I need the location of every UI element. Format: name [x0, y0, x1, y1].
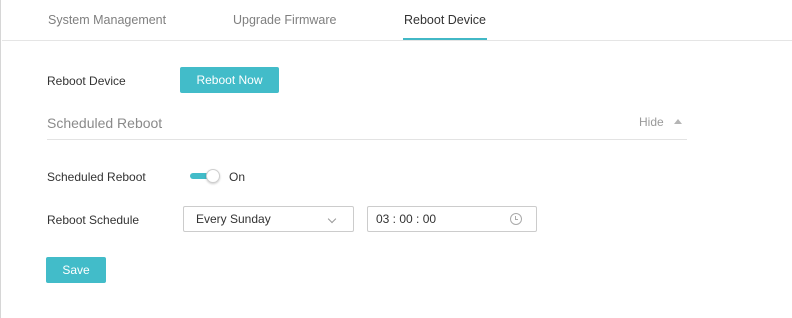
chevron-down-icon	[327, 214, 337, 224]
tab-system-management[interactable]: System Management	[48, 0, 166, 40]
reboot-device-label: Reboot Device	[47, 74, 126, 88]
reboot-schedule-select[interactable]: Every Sunday	[183, 206, 354, 232]
selected-schedule-value: Every Sunday	[196, 212, 271, 226]
chevron-up-icon	[673, 119, 682, 124]
save-button[interactable]: Save	[46, 257, 106, 283]
tab-reboot-device[interactable]: Reboot Device	[403, 0, 487, 40]
section-divider	[47, 139, 687, 140]
hide-section-toggle[interactable]: Hide	[639, 115, 682, 129]
reboot-page: System Management Upgrade Firmware Reboo…	[0, 0, 792, 318]
scheduled-reboot-section-title: Scheduled Reboot	[47, 115, 163, 131]
reboot-schedule-label: Reboot Schedule	[47, 213, 140, 227]
scheduled-reboot-switch[interactable]	[190, 169, 220, 183]
hide-label: Hide	[639, 115, 664, 129]
switch-knob	[206, 169, 220, 183]
scheduled-reboot-label: Scheduled Reboot	[47, 170, 146, 184]
clock-icon[interactable]	[510, 213, 522, 225]
tab-upgrade-firmware[interactable]: Upgrade Firmware	[233, 0, 337, 40]
switch-state-text: On	[229, 170, 246, 184]
reboot-time-field[interactable]	[367, 206, 537, 232]
reboot-time-input[interactable]	[376, 210, 496, 228]
tab-bar: System Management Upgrade Firmware Reboo…	[2, 0, 792, 41]
reboot-now-button[interactable]: Reboot Now	[180, 67, 279, 93]
